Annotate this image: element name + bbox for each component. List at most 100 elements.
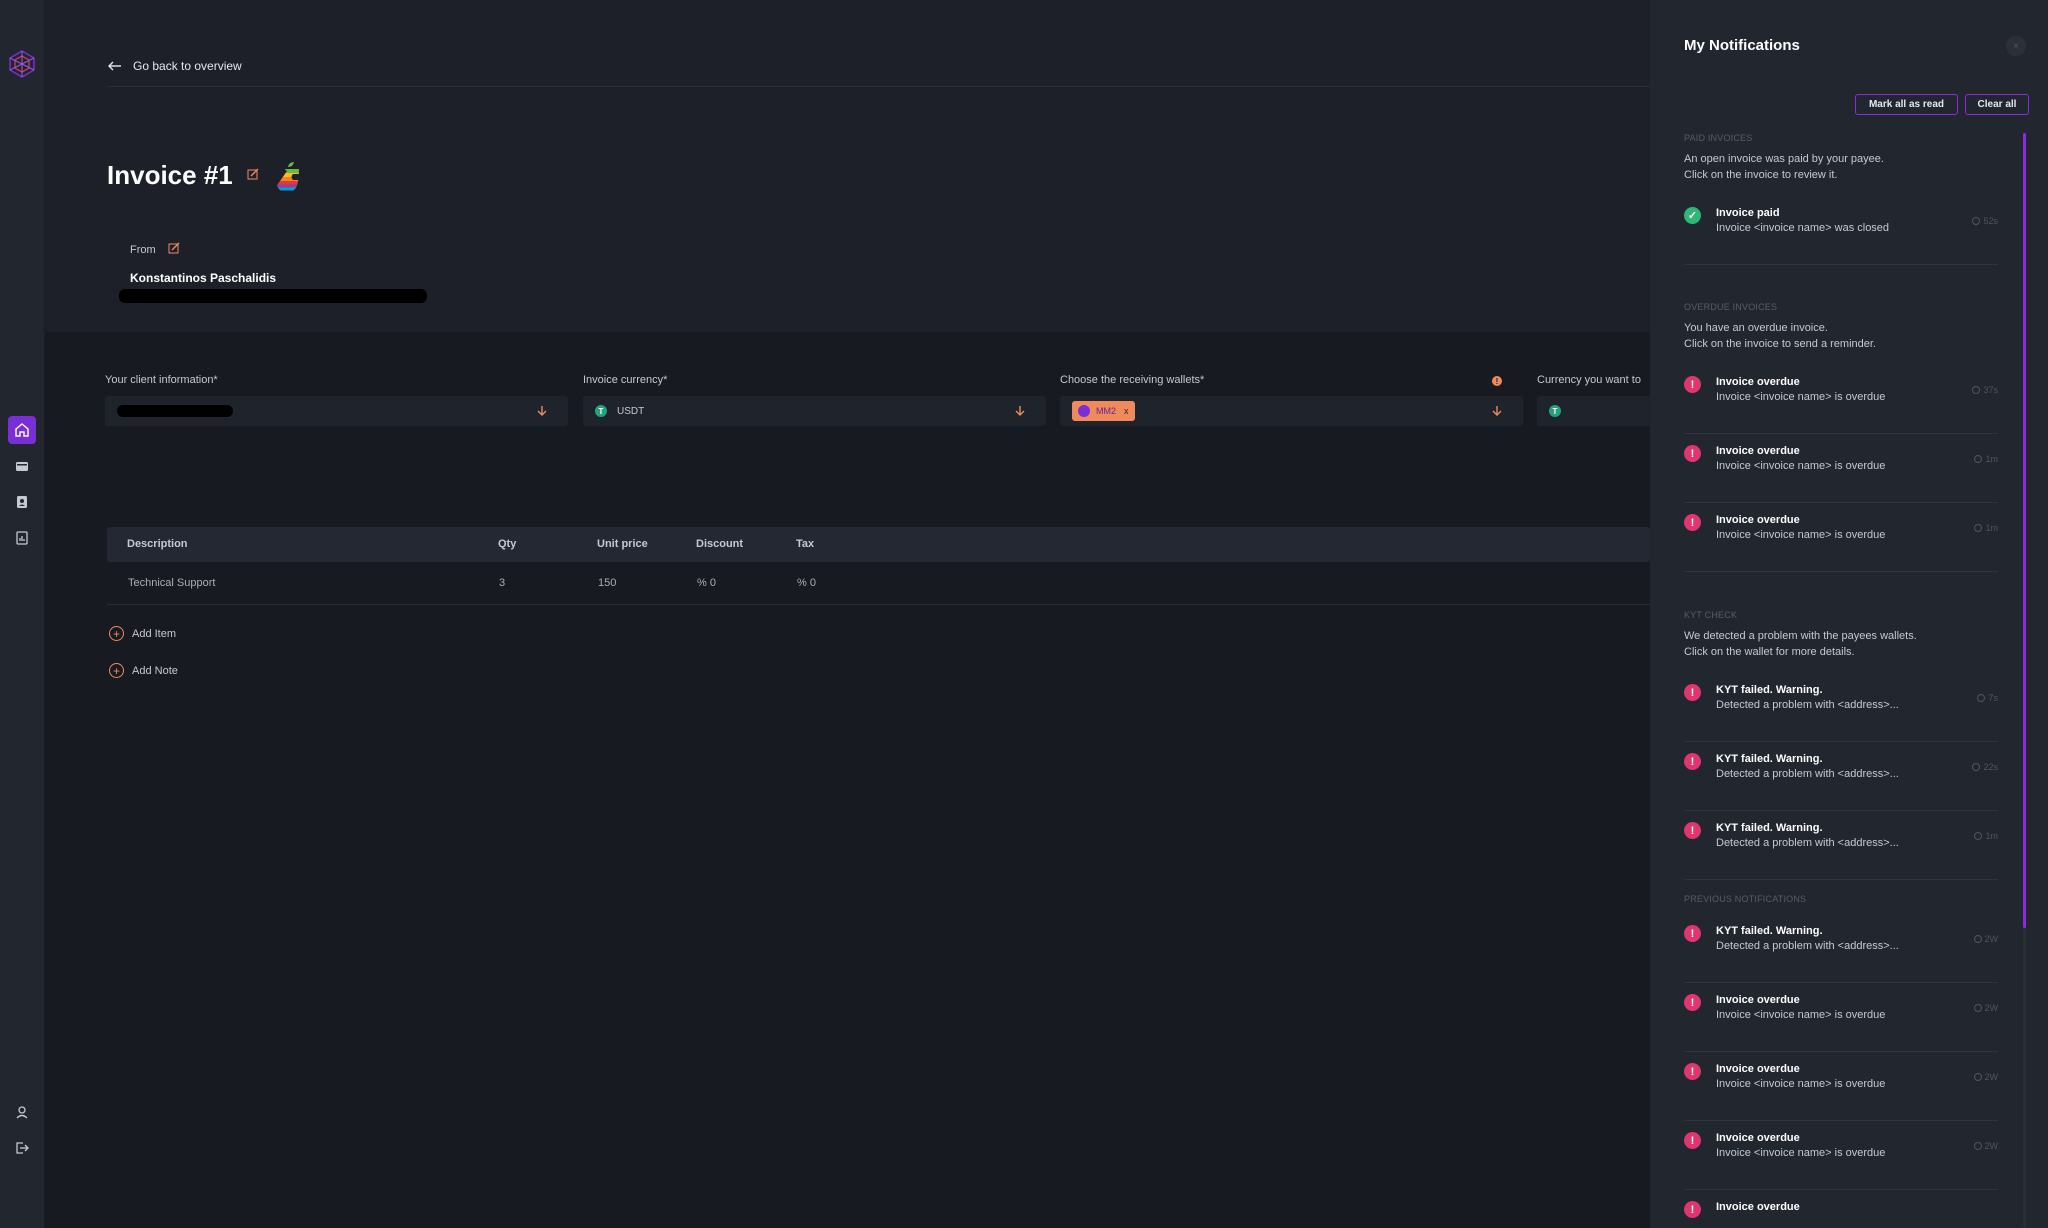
notification-time-label: 2W — [1984, 1003, 1999, 1013]
notification-item[interactable]: ! KYT failed. Warning. Detected a proble… — [1684, 743, 1998, 811]
home-icon[interactable] — [8, 416, 36, 444]
cell-qty[interactable]: 3 — [499, 577, 505, 589]
section-desc-line: An open invoice was paid by your payee. — [1684, 153, 1884, 165]
notification-time: 7s — [1977, 693, 1998, 703]
clear-all-button[interactable]: Clear all — [1965, 94, 2029, 115]
notification-text: Detected a problem with <address>... — [1716, 940, 1899, 952]
notification-time: 1m — [1974, 523, 1998, 533]
notification-time-label: 22s — [1983, 762, 1998, 772]
notification-item[interactable]: ! KYT failed. Warning. Detected a proble… — [1684, 812, 1998, 880]
add-note-label: Add Note — [132, 664, 178, 677]
alert-circle-icon: ! — [1684, 445, 1701, 462]
back-link[interactable]: Go back to overview — [107, 58, 242, 74]
header-divider — [107, 86, 1650, 87]
notification-text: Invoice <invoice name> is overdue — [1716, 1009, 1886, 1021]
notification-time: 2W — [1973, 1003, 1999, 1013]
alert-circle-icon: ! — [1684, 376, 1701, 393]
settings-icon[interactable] — [8, 1098, 36, 1126]
col-description: Description — [127, 538, 188, 550]
notification-title: Invoice overdue — [1716, 376, 1800, 388]
notification-item[interactable]: ! KYT failed. Warning. Detected a proble… — [1684, 674, 1998, 742]
edit-title-icon[interactable] — [247, 167, 259, 185]
notification-text: Detected a problem with <address>... — [1716, 699, 1899, 711]
check-circle-icon: ✓ — [1684, 207, 1701, 224]
alert-circle-icon: ! — [1684, 822, 1701, 839]
notification-item[interactable]: ! KYT failed. Warning. Detected a proble… — [1684, 915, 1998, 983]
currency-field-label: Invoice currency* — [583, 374, 668, 386]
wallets-select[interactable]: MM2 x — [1060, 396, 1523, 426]
wallets-field-label: Choose the receiving wallets* — [1060, 374, 1205, 386]
cell-tax[interactable]: % 0 — [797, 577, 816, 589]
notification-title: Invoice overdue — [1716, 445, 1800, 457]
usdt-icon: T — [1549, 405, 1561, 417]
receive-currency-select[interactable]: T — [1537, 396, 1650, 426]
alert-circle-icon: ! — [1684, 753, 1701, 770]
notification-title: Invoice overdue — [1716, 994, 1800, 1006]
redacted-address — [119, 289, 427, 303]
notification-item[interactable]: ! Invoice overdue Invoice <invoice name>… — [1684, 1053, 1998, 1121]
notification-title: Invoice overdue — [1716, 514, 1800, 526]
info-icon[interactable]: ! — [1492, 376, 1502, 386]
notification-title: KYT failed. Warning. — [1716, 925, 1823, 937]
contacts-icon[interactable] — [8, 488, 36, 516]
notification-text: Invoice <invoice name> is overdue — [1716, 1078, 1886, 1090]
wallet-icon[interactable] — [8, 452, 36, 480]
scrollbar-thumb[interactable] — [2023, 133, 2026, 928]
col-qty: Qty — [498, 538, 517, 550]
notification-item[interactable]: ! Invoice overdue Invoice <invoice name>… — [1684, 366, 1998, 434]
from-label: From — [130, 243, 156, 256]
app-logo-icon[interactable] — [7, 49, 37, 79]
logout-icon[interactable] — [8, 1134, 36, 1162]
section-desc-line: You have an overdue invoice. — [1684, 322, 1828, 334]
notification-title: Invoice overdue — [1716, 1063, 1800, 1075]
wallet-chip[interactable]: MM2 x — [1072, 401, 1135, 421]
notification-item[interactable]: ! Invoice overdue Invoice <invoice name>… — [1684, 504, 1998, 572]
currency-select[interactable]: T USDT — [583, 396, 1046, 426]
clock-icon — [1973, 1073, 1982, 1081]
reports-icon[interactable] — [8, 524, 36, 552]
col-unit-price: Unit price — [597, 538, 648, 550]
section-description: You have an overdue invoice. Click on th… — [1684, 320, 2004, 352]
alert-circle-icon: ! — [1684, 1201, 1701, 1218]
clock-icon — [1974, 832, 1983, 840]
add-item-button[interactable]: + Add Item — [109, 626, 176, 641]
cell-discount[interactable]: % 0 — [697, 577, 716, 589]
add-item-label: Add Item — [132, 627, 177, 640]
notification-time-label: 2W — [1984, 934, 1999, 944]
notification-item[interactable]: ! Invoice overdue Invoice <invoice name>… — [1684, 1122, 1998, 1190]
cell-description[interactable]: Technical Support — [128, 577, 215, 589]
client-select[interactable] — [105, 396, 568, 426]
notification-title: KYT failed. Warning. — [1716, 822, 1823, 834]
currency-value: USDT — [617, 405, 645, 417]
notification-time-label: 1m — [1985, 831, 1998, 841]
invoice-title: Invoice #1 — [107, 160, 233, 190]
notification-title: Invoice paid — [1716, 207, 1780, 219]
table-row[interactable]: Technical Support 3 150 % 0 % 0 — [107, 563, 1650, 605]
main-content: Go back to overview Invoice #1 From Kons… — [45, 0, 1650, 1228]
wallet-chip-label: MM2 — [1096, 406, 1116, 416]
notification-item[interactable]: ! Invoice overdue Invoice <invoice name>… — [1684, 984, 1998, 1052]
close-icon[interactable]: × — [2006, 36, 2026, 56]
notification-text: Invoice <invoice name> is overdue — [1716, 529, 1886, 541]
alert-circle-icon: ! — [1684, 1132, 1701, 1149]
notification-item[interactable]: ✓ Invoice paid Invoice <invoice name> wa… — [1684, 197, 1998, 265]
notification-title: KYT failed. Warning. — [1716, 684, 1823, 696]
mark-all-read-button[interactable]: Mark all as read — [1855, 94, 1958, 115]
notification-title: Invoice overdue — [1716, 1132, 1800, 1144]
add-note-button[interactable]: + Add Note — [109, 663, 178, 678]
notification-item[interactable]: ! Invoice overdue — [1684, 1191, 1998, 1228]
section-description: We detected a problem with the payees wa… — [1684, 628, 2004, 660]
remove-chip-icon[interactable]: x — [1124, 406, 1129, 416]
notification-time: 2W — [1973, 1141, 1998, 1151]
wallet-chip-icon — [1078, 405, 1090, 417]
notification-title: KYT failed. Warning. — [1716, 753, 1823, 765]
cell-unit-price[interactable]: 150 — [598, 577, 616, 589]
notification-time: 2W — [1973, 934, 1999, 944]
notification-text: Invoice <invoice name> is overdue — [1716, 460, 1886, 472]
clock-icon — [1974, 524, 1983, 532]
notification-item[interactable]: ! Invoice overdue Invoice <invoice name>… — [1684, 435, 1998, 503]
edit-from-icon[interactable] — [168, 242, 180, 257]
notification-time-label: 1m — [1985, 523, 1998, 533]
notification-text: Invoice <invoice name> is overdue — [1716, 391, 1886, 403]
alert-circle-icon: ! — [1684, 925, 1701, 942]
